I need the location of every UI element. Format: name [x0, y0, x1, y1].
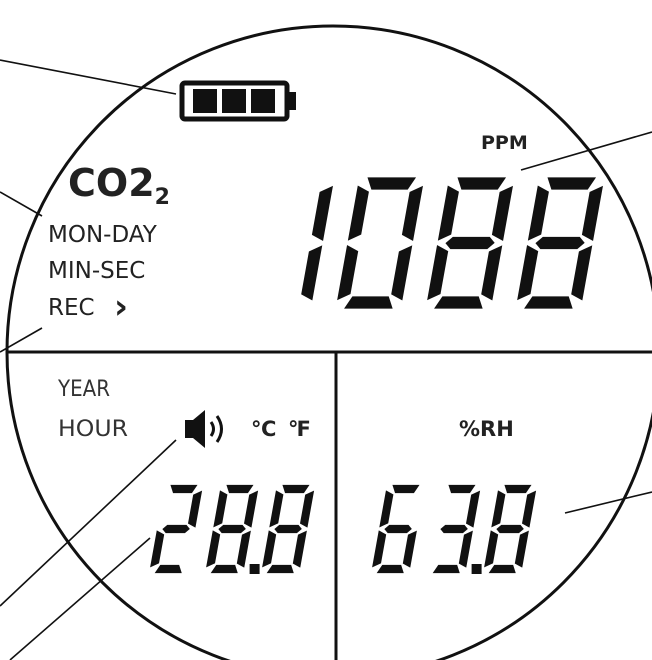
segment — [481, 527, 501, 571]
lcd-diagram: CO22 MON-DAY MIN-SEC REC › PPM YEAR HOUR… — [0, 24, 652, 660]
co2-digit — [513, 174, 607, 312]
battery-bar — [222, 89, 246, 113]
segment — [524, 181, 552, 246]
segment — [398, 181, 427, 246]
co2-label: CO22 — [68, 161, 170, 210]
humidity-unit-label: %RH — [459, 417, 514, 441]
temperature-digit — [147, 483, 205, 575]
co2-digit — [298, 181, 337, 305]
co2-reading — [298, 174, 607, 312]
segment — [389, 483, 423, 495]
segment — [381, 523, 415, 535]
segment — [147, 527, 167, 571]
segment — [203, 527, 223, 571]
callout-humidity — [564, 491, 652, 514]
rec-arrow-icon: › — [114, 287, 128, 327]
humidity-reading — [369, 483, 539, 575]
segment — [266, 487, 286, 531]
segment — [437, 523, 471, 535]
battery-bar — [251, 89, 275, 113]
display-bezel — [5, 24, 652, 660]
segment — [463, 487, 483, 531]
temperature-digit — [203, 483, 261, 575]
mon-day-label: MON-DAY — [48, 222, 158, 248]
humidity-decimal-point — [471, 564, 482, 574]
celsius-unit-label: ℃ — [251, 417, 276, 441]
segment — [369, 527, 389, 571]
segment — [297, 487, 317, 531]
segment — [333, 240, 362, 305]
battery-full-icon — [179, 80, 296, 122]
battery-bar — [193, 89, 217, 113]
min-sec-label: MIN-SEC — [48, 258, 145, 284]
segment — [215, 523, 249, 535]
segment — [290, 527, 310, 571]
callout-lines — [0, 59, 652, 660]
segment — [478, 240, 506, 305]
segment — [388, 240, 416, 305]
segment — [423, 240, 452, 305]
segment — [513, 240, 542, 305]
segment — [531, 234, 589, 252]
segment — [488, 181, 517, 246]
segment — [400, 527, 420, 571]
speaker-icon — [185, 410, 223, 448]
segment — [298, 240, 326, 305]
humidity-digit — [481, 483, 539, 575]
co2-digit — [333, 174, 427, 312]
co2-digit — [423, 174, 517, 312]
segment — [308, 181, 337, 246]
segment — [493, 523, 527, 535]
rec-label: REC — [48, 295, 95, 321]
segment — [241, 487, 261, 531]
temperature-digit — [259, 483, 317, 575]
humidity-digit — [369, 483, 423, 575]
segment — [159, 523, 193, 535]
segment — [568, 240, 596, 305]
segment — [441, 234, 499, 252]
ppm-unit-label: PPM — [481, 132, 528, 154]
year-label: YEAR — [57, 377, 110, 402]
temperature-decimal-point — [249, 564, 260, 574]
segment — [210, 487, 230, 531]
segment — [512, 527, 532, 571]
humidity-digit — [429, 483, 483, 575]
fahrenheit-unit-label: ℉ — [288, 417, 311, 441]
temperature-reading — [147, 483, 317, 575]
segment — [185, 487, 205, 531]
segment — [434, 181, 462, 246]
segment — [259, 527, 279, 571]
segment — [344, 181, 372, 246]
hour-label: HOUR — [58, 417, 128, 442]
callout-labels — [0, 191, 43, 217]
segment — [488, 487, 508, 531]
callout-battery — [0, 59, 177, 95]
segment — [578, 181, 607, 246]
segment — [519, 487, 539, 531]
segment — [234, 527, 254, 571]
segment — [456, 527, 476, 571]
segment — [429, 563, 463, 575]
segment — [376, 487, 396, 531]
callout-co2 — [520, 131, 652, 171]
segment — [271, 523, 305, 535]
